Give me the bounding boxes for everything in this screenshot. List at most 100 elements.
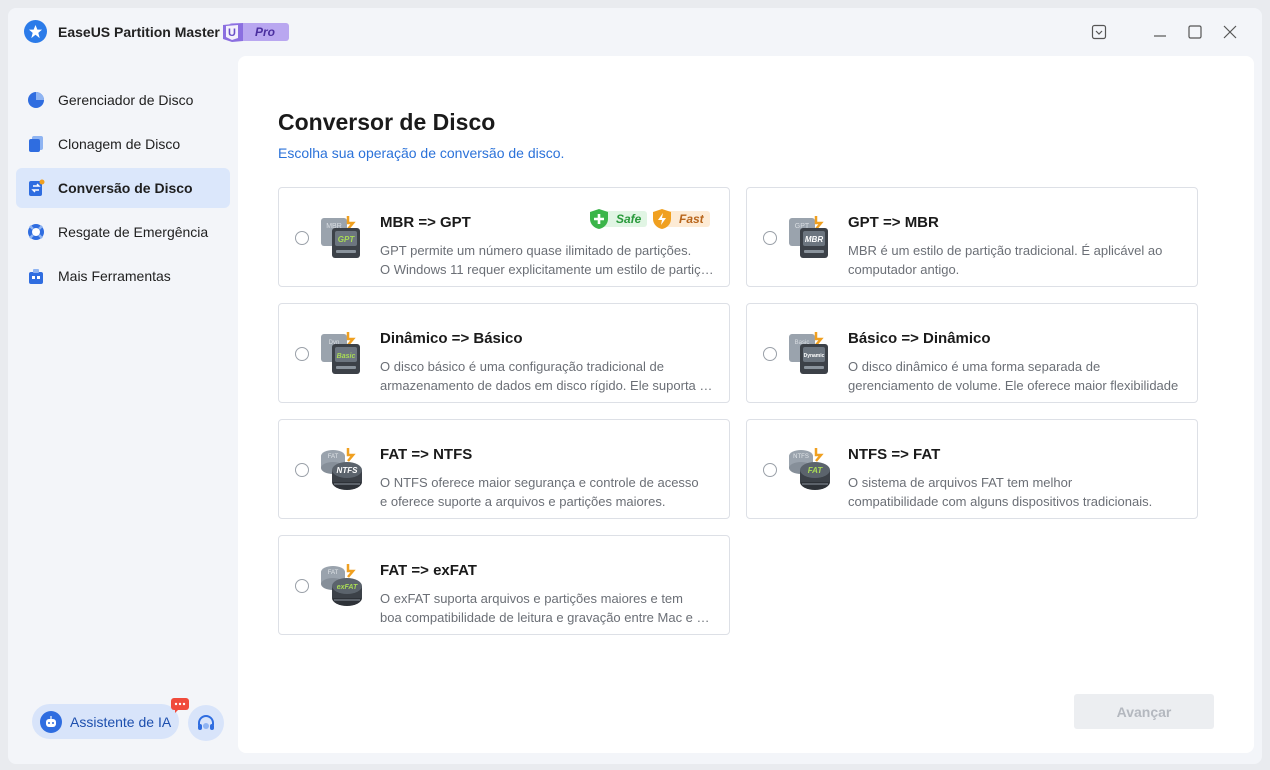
app-logo-icon [24,20,47,43]
sidebar-item-label: Mais Ferramentas [58,268,171,284]
minimize-icon [1154,35,1166,37]
fast-tag: Fast [651,208,710,230]
disk-target-label: MBR [805,235,823,244]
description-line: computador antigo. [848,262,960,277]
pro-badge-label: Pro [255,25,275,39]
radio-button[interactable] [295,463,309,477]
description-line: boa compatibilidade de leitura e gravaçã… [380,610,715,625]
sidebar-item-conversao[interactable]: Conversão de Disco [16,168,230,208]
ai-assistant-button[interactable]: Assistente de IA [32,704,179,739]
app-title: EaseUS Partition Master [58,24,220,40]
sidebar: Gerenciador de Disco Clonagem de Disco C… [16,80,230,300]
disk-target-label: Dynamic [804,353,825,359]
convert-disk-icon [26,178,46,198]
toolbox-icon [26,266,46,286]
sidebar-item-label: Conversão de Disco [58,180,193,196]
option-description: O exFAT suporta arquivos e partições mai… [380,589,715,627]
sidebar-item-label: Resgate de Emergência [58,224,209,240]
disk-convert-icon: Basic Dynamic [789,332,828,374]
description-line: O disco básico é uma configuração tradic… [380,359,664,374]
close-icon [1223,25,1237,39]
disk-source-label: FAT [328,454,339,460]
maximize-button[interactable] [1185,22,1205,42]
maximize-icon [1188,25,1202,39]
close-button[interactable] [1220,22,1240,42]
ai-assistant-label: Assistente de IA [70,713,172,730]
chat-bubble-icon [171,698,189,713]
sidebar-item-label: Clonagem de Disco [58,136,181,152]
disk-target-label: GPT [338,235,356,244]
description-line: MBR é um estilo de partição tradicional.… [848,243,1163,258]
pie-chart-icon [26,90,46,110]
option-title: GPT => MBR [848,214,939,231]
menu-dropdown-button[interactable] [1089,22,1109,42]
headset-icon [198,715,214,730]
radio-button[interactable] [763,463,777,477]
option-mbr-to-gpt[interactable]: MBR GPT MBR => GPT Safe Fast GPT permite… [278,187,730,287]
sidebar-item-resgate[interactable]: Resgate de Emergência [16,212,230,252]
description-line: GPT permite um número quase ilimitado de… [380,243,692,258]
sidebar-item-label: Gerenciador de Disco [58,92,194,108]
option-description: MBR é um estilo de partição tradicional.… [848,241,1183,279]
option-title: MBR => GPT [380,214,471,231]
option-gpt-to-mbr[interactable]: GPT MBR GPT => MBR MBR é um estilo de pa… [746,187,1198,287]
disk-source-label: FAT [328,570,339,576]
option-fat-to-ntfs[interactable]: FAT NTFS FAT => NTFS O NTFS oferece maio… [278,419,730,519]
option-title: Básico => Dinâmico [848,330,991,347]
option-description: GPT permite um número quase ilimitado de… [380,241,715,279]
shield-plus-icon [590,209,608,229]
radio-button[interactable] [295,347,309,361]
description-line: O sistema de arquivos FAT tem melhor [848,475,1073,490]
description-line: O NTFS oferece maior segurança e control… [380,475,699,490]
option-title: Dinâmico => Básico [380,330,523,347]
radio-button[interactable] [295,231,309,245]
description-line: O exFAT suporta arquivos e partições mai… [380,591,683,606]
description-line: e oferece suporte a arquivos e partições… [380,494,666,509]
description-line: O disco dinâmico é uma forma separada de [848,359,1101,374]
description-line: armazenamento de dados em disco rígido. … [380,378,715,393]
minimize-button[interactable] [1150,22,1170,42]
disk-stack-icon: NTFS FAT [789,448,830,490]
page-title: Conversor de Disco [278,109,496,135]
page-subtitle: Escolha sua operação de conversão de dis… [278,145,565,161]
disk-convert-icon: GPT MBR [789,216,828,258]
next-button[interactable]: Avançar [1074,694,1214,729]
support-button[interactable] [188,705,224,741]
sidebar-item-ferramentas[interactable]: Mais Ferramentas [16,256,230,296]
option-description: O disco dinâmico é uma forma separada de… [848,357,1183,395]
option-description: O disco básico é uma configuração tradic… [380,357,715,395]
pro-badge: U Pro [223,23,289,42]
pro-badge-letter: U [228,27,236,39]
disk-target-label: exFAT [337,584,358,591]
option-ntfs-to-fat[interactable]: NTFS FAT NTFS => FAT O sistema de arquiv… [746,419,1198,519]
robot-icon [40,710,62,733]
option-description: O sistema de arquivos FAT tem melhor com… [848,473,1183,511]
clone-disk-icon [26,134,46,154]
title-bar: EaseUS Partition Master U Pro [8,8,1262,56]
sidebar-item-clonagem[interactable]: Clonagem de Disco [16,124,230,164]
shield-bolt-icon [653,209,671,229]
disk-source-label: NTFS [793,454,809,460]
option-title: FAT => exFAT [380,562,477,579]
app-window: EaseUS Partition Master U Pro Gerenciado… [8,8,1262,764]
radio-button[interactable] [763,231,777,245]
disk-convert-icon: MBR GPT [321,216,360,258]
description-line: O Windows 11 requer explicitamente um es… [380,262,715,277]
disk-target-label: FAT [808,466,824,475]
option-fat-to-exfat[interactable]: FAT exFAT FAT => exFAT O exFAT suporta a… [278,535,730,635]
description-line: compatibilidade com alguns dispositivos … [848,494,1153,509]
disk-convert-icon: Dyn Basic [321,332,360,374]
description-line: gerenciamento de volume. Ele oferece mai… [848,378,1179,393]
disk-target-label: NTFS [337,466,359,475]
option-title: FAT => NTFS [380,446,473,463]
option-description: O NTFS oferece maior segurança e control… [380,473,715,511]
sidebar-item-gerenciador[interactable]: Gerenciador de Disco [16,80,230,120]
disk-stack-icon: FAT exFAT [321,564,362,606]
option-dynamic-to-basic[interactable]: Dyn Basic Dinâmico => Básico O disco bás… [278,303,730,403]
radio-button[interactable] [763,347,777,361]
radio-button[interactable] [295,579,309,593]
lifebuoy-icon [26,222,46,242]
main-panel: Conversor de Disco Escolha sua operação … [238,56,1254,753]
option-title: NTFS => FAT [848,446,941,463]
option-basic-to-dynamic[interactable]: Basic Dynamic Básico => Dinâmico O disco… [746,303,1198,403]
